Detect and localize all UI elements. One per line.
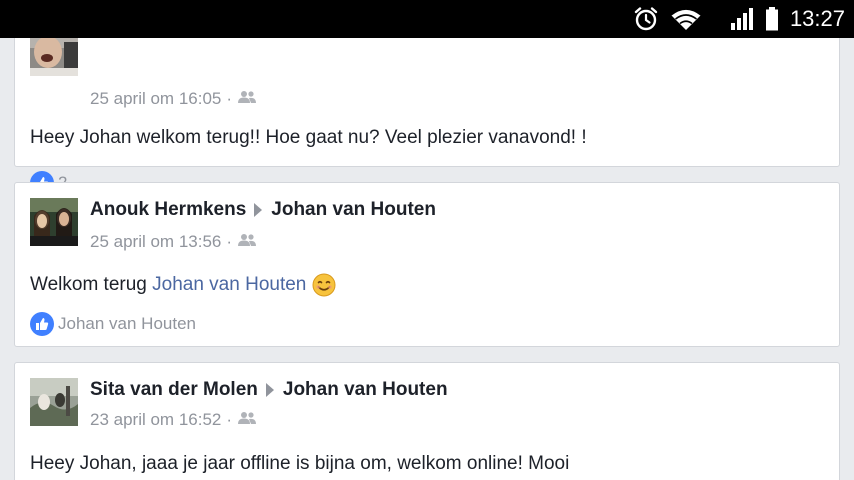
like-icon xyxy=(30,312,54,336)
post-body: Heey Johan, jaaa je jaar offline is bijn… xyxy=(30,453,570,474)
post-body: Welkom terug Johan van Houten xyxy=(30,271,336,299)
post-card: Anouk Hermkens Johan van Houten 25 april… xyxy=(14,182,840,347)
author-avatar[interactable] xyxy=(30,38,78,76)
wifi-icon xyxy=(668,0,704,38)
clock-time: 13:27 xyxy=(789,6,845,31)
target-name[interactable]: Johan van Houten xyxy=(271,199,436,221)
author-name[interactable]: Anouk Hermkens xyxy=(90,199,246,221)
status-bar: 13:27 xyxy=(0,0,854,38)
battery-icon xyxy=(763,0,781,38)
post-timestamp[interactable]: 25 april om 13:56 xyxy=(90,232,221,252)
post-meta: 25 april om 13:56 · xyxy=(90,232,257,252)
arrow-right-icon xyxy=(254,203,263,217)
body-text: Welkom terug xyxy=(30,274,153,295)
friends-icon xyxy=(237,89,257,109)
alarm-icon xyxy=(632,0,660,38)
post-card: 25 april om 16:05 · Heey Johan welkom te… xyxy=(14,38,840,195)
like-summary[interactable]: Johan van Houten xyxy=(30,312,196,336)
smiley-emoji xyxy=(312,273,336,297)
post-body: Heey Johan welkom terug!! Hoe gaat nu? V… xyxy=(30,127,587,148)
author-avatar[interactable] xyxy=(30,378,78,426)
mention-link[interactable]: Johan van Houten xyxy=(152,274,306,296)
author-avatar[interactable] xyxy=(30,198,78,246)
post-meta: 23 april om 16:52 · xyxy=(90,410,257,430)
friends-icon xyxy=(237,232,257,252)
post-header: Anouk Hermkens Johan van Houten xyxy=(90,199,436,221)
post-timestamp[interactable]: 23 april om 16:52 xyxy=(90,410,221,430)
post-card: Sita van der Molen Johan van Houten 23 a… xyxy=(14,362,840,480)
arrow-right-icon xyxy=(265,383,274,397)
post-meta: 25 april om 16:05 · xyxy=(90,89,257,109)
target-name[interactable]: Johan van Houten xyxy=(283,379,448,401)
liked-by: Johan van Houten xyxy=(58,314,196,333)
friends-icon xyxy=(237,410,257,430)
author-name[interactable]: Sita van der Molen xyxy=(90,379,258,401)
signal-icon xyxy=(728,0,756,38)
post-header: Sita van der Molen Johan van Houten xyxy=(90,379,448,401)
news-feed[interactable]: 25 april om 16:05 · Heey Johan welkom te… xyxy=(0,38,854,480)
post-timestamp[interactable]: 25 april om 16:05 xyxy=(90,89,221,109)
